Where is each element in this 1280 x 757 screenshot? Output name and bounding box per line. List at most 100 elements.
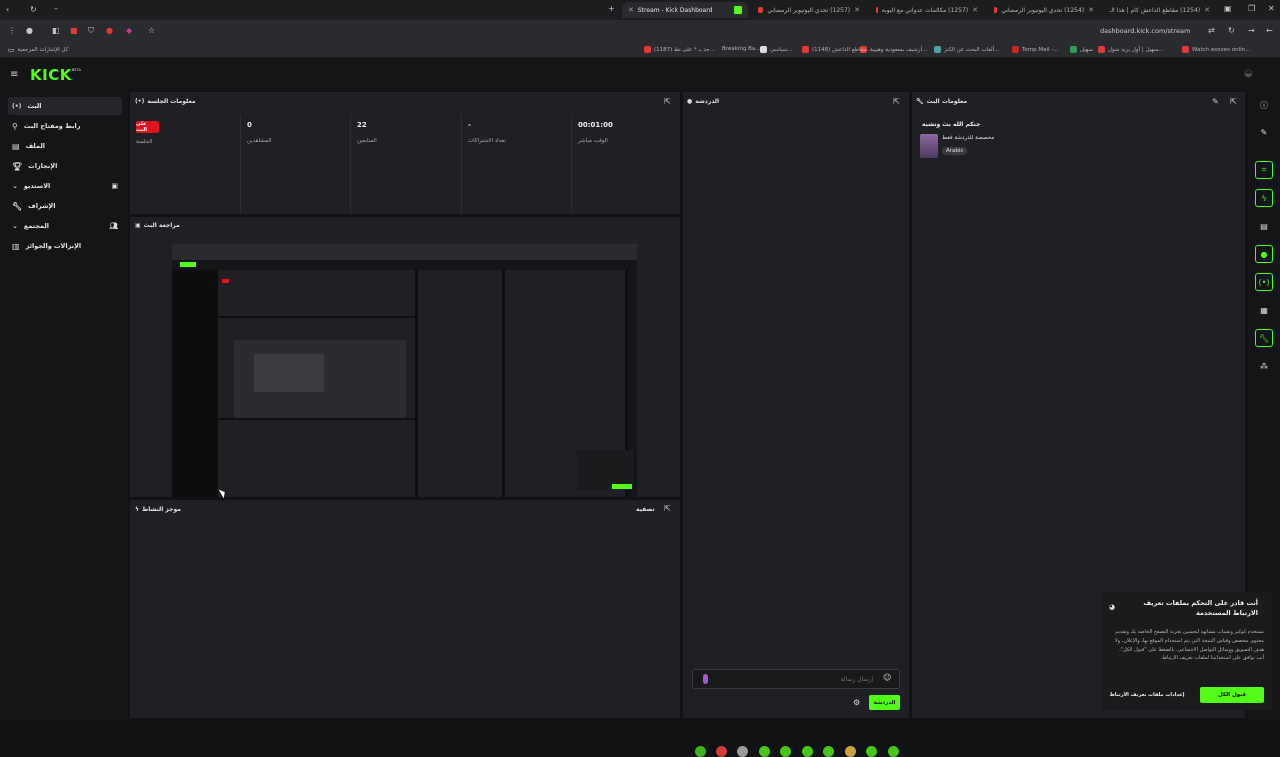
chat-bubble-icon[interactable]: ●: [1255, 245, 1273, 263]
reload-icon[interactable]: ↻: [30, 5, 37, 14]
site-settings-icon[interactable]: ⇄: [1208, 26, 1215, 35]
lightning-icon[interactable]: ϟ: [1255, 189, 1273, 207]
back-icon[interactable]: ←: [1266, 26, 1273, 35]
browser-tab[interactable]: ✕ (1257) مكالمات عدواني مع البوبة: [870, 2, 984, 18]
kick-logo[interactable]: KICK: [30, 66, 72, 84]
hamburger-menu-icon[interactable]: ≡: [10, 69, 18, 80]
emote-icon[interactable]: [780, 746, 791, 757]
subscriptions-label: تعداد الاشتراكات: [468, 138, 506, 144]
extension-red-icon[interactable]: ■: [70, 26, 78, 35]
settings-gear-icon[interactable]: ⚙: [853, 698, 860, 707]
profile-icon[interactable]: ●: [26, 26, 33, 35]
restore-icon[interactable]: ❐: [1248, 4, 1255, 13]
sidebar-item-stream-row[interactable]: (•) البث: [8, 97, 122, 115]
category-name: مخصصة للدردشة فقط: [942, 135, 995, 141]
browser-tab[interactable]: ✕ (1257) تحدي اليوتيوبر الرمضاني: [752, 2, 866, 18]
sidebar-item-community[interactable]: ⌄ المجتمع 👥︎: [8, 217, 122, 235]
expand-icon[interactable]: ⇱: [664, 97, 671, 106]
expand-icon[interactable]: ⇱: [893, 97, 900, 106]
bookmark-item[interactable]: Breaking Ba...: [722, 46, 761, 52]
edit-pencil-icon[interactable]: ✎: [1255, 123, 1273, 141]
broadcast-icon[interactable]: (•): [1255, 273, 1273, 291]
viewers-label: المشاهدين: [247, 138, 272, 144]
filter-button[interactable]: تصفية: [636, 506, 655, 513]
bookmark-item[interactable]: (1148) مقاطع الداعش...: [802, 46, 872, 53]
extension-red-icon[interactable]: ●: [106, 26, 113, 35]
share-icon[interactable]: ⁂: [1255, 357, 1273, 375]
cookie-settings-button[interactable]: إعدادات ملفات تعريف الارتباط: [1108, 688, 1186, 702]
folder-icon: ▭: [8, 46, 15, 54]
cookie-title: أنت قادر على التحكم بملفات تعريف الارتبا…: [1143, 599, 1258, 618]
document-icon[interactable]: ▤: [1255, 217, 1273, 235]
stream-preview-video[interactable]: [172, 236, 637, 510]
user-avatar-icon[interactable]: ◒: [1244, 68, 1253, 79]
new-tab-icon[interactable]: +: [608, 4, 615, 13]
bookmark-item[interactable]: Watch esoves onlin...: [1182, 46, 1250, 53]
sidebar-item-stream-key[interactable]: ⚲ رابط ومفتاح البث: [8, 117, 122, 135]
emote-icon[interactable]: [695, 746, 706, 757]
sidebar-item-achievements[interactable]: 🏆︎ الإنجازات: [8, 157, 122, 175]
browser-tab[interactable]: ✕ (1254) مقاطع الداعش كام | هذا الـ: [1104, 2, 1216, 18]
chat-send-button[interactable]: الدردشة: [869, 695, 900, 710]
trophy-icon: 🏆︎: [12, 161, 23, 171]
expand-icon[interactable]: ⇱: [664, 504, 671, 513]
bookmark-item[interactable]: (1187) جد بـ * على تط...: [644, 46, 715, 53]
layout-icon[interactable]: ▦: [1255, 301, 1273, 319]
edit-pencil-icon[interactable]: ✎: [1212, 97, 1219, 106]
close-tab-icon[interactable]: ✕: [1204, 6, 1210, 14]
expand-icon[interactable]: ⇱: [1230, 97, 1237, 106]
close-tab-icon[interactable]: ✕: [628, 6, 634, 14]
browser-tab-active[interactable]: ✕ Stream - Kick Dashboard: [622, 2, 748, 18]
bookmark-item[interactable]: سهيل: [1070, 46, 1093, 53]
emote-icon[interactable]: [823, 746, 834, 757]
extension-icon[interactable]: ◧: [52, 26, 60, 35]
emote-icon[interactable]: [716, 746, 727, 757]
studio-icon: ▣: [111, 182, 118, 190]
menu-dots-icon[interactable]: ⋮: [8, 26, 16, 35]
chat-panel: ● الدردشة ⇱ ☺ ⚙ الدردشة: [683, 92, 909, 757]
followers-label: المتابعين: [357, 138, 377, 144]
sidebar-item-moderation[interactable]: 🔧︎ الإشراف: [8, 197, 122, 215]
shield-icon[interactable]: ⛉: [88, 26, 94, 36]
bookmark-item[interactable]: سياسي...: [760, 46, 792, 53]
sidebar-item-profile[interactable]: ▤ الملف: [8, 137, 122, 155]
bookmark-item[interactable]: ألعاب البحث عن الكنز...: [934, 46, 999, 53]
bookmark-item[interactable]: Temp Mail -...: [1012, 46, 1059, 53]
sidebar-item-drops[interactable]: ▥ الإنزالات والجوائز: [8, 237, 122, 255]
emote-icon[interactable]: [759, 746, 770, 757]
all-bookmarks[interactable]: ▭ كل الإشارات المرجعية: [8, 46, 68, 54]
chart-bars-icon: ▥: [12, 241, 20, 251]
emote-icon[interactable]: [737, 746, 748, 757]
browser-tab[interactable]: ✕ (1254) تحدي اليوتيوبر الرمضاني: [988, 2, 1100, 18]
close-tab-icon[interactable]: ✕: [1088, 6, 1094, 14]
forward-icon[interactable]: →: [1248, 26, 1255, 35]
bookmark-item[interactable]: سهيل | أول بريد شول...: [1098, 46, 1164, 53]
back-history-icon[interactable]: ‹: [6, 5, 9, 14]
emote-icon[interactable]: [802, 746, 813, 757]
mic-icon[interactable]: [703, 674, 708, 684]
sidebar-item-studio[interactable]: ⌄ الاستديو ▣: [8, 177, 122, 195]
emote-icon[interactable]: [845, 746, 856, 757]
emote-icon[interactable]: [866, 746, 877, 757]
info-icon[interactable]: ⓘ: [1255, 96, 1273, 114]
close-tab-icon[interactable]: ✕: [972, 6, 978, 14]
bookmark-star-icon[interactable]: ☆: [148, 26, 155, 35]
session-label: الجلسة: [136, 139, 153, 145]
kick-favicon-icon: [734, 6, 742, 14]
wrench-icon[interactable]: 🔧︎: [1255, 329, 1273, 347]
window-icon[interactable]: ▣: [1224, 4, 1232, 13]
chat-input-box[interactable]: ☺: [692, 669, 900, 689]
chat-message-input[interactable]: [723, 673, 873, 685]
close-tab-icon[interactable]: ✕: [854, 6, 860, 14]
minimize-icon[interactable]: –: [54, 4, 58, 13]
extension-icon[interactable]: ◆: [126, 26, 132, 35]
close-window-icon[interactable]: ✕: [1268, 4, 1275, 13]
panel-header: (•) معلومات الجلسة: [135, 98, 196, 105]
reload-icon[interactable]: ↻: [1228, 26, 1235, 35]
cookie-icon: ◕: [1109, 603, 1116, 611]
capture-icon[interactable]: ⌗: [1255, 161, 1273, 179]
url-text[interactable]: dashboard.kick.com/stream: [1100, 27, 1190, 35]
emoji-picker-icon[interactable]: ☺: [883, 673, 891, 682]
emote-icon[interactable]: [888, 746, 899, 757]
accept-all-button[interactable]: قبول الكل: [1200, 687, 1264, 703]
